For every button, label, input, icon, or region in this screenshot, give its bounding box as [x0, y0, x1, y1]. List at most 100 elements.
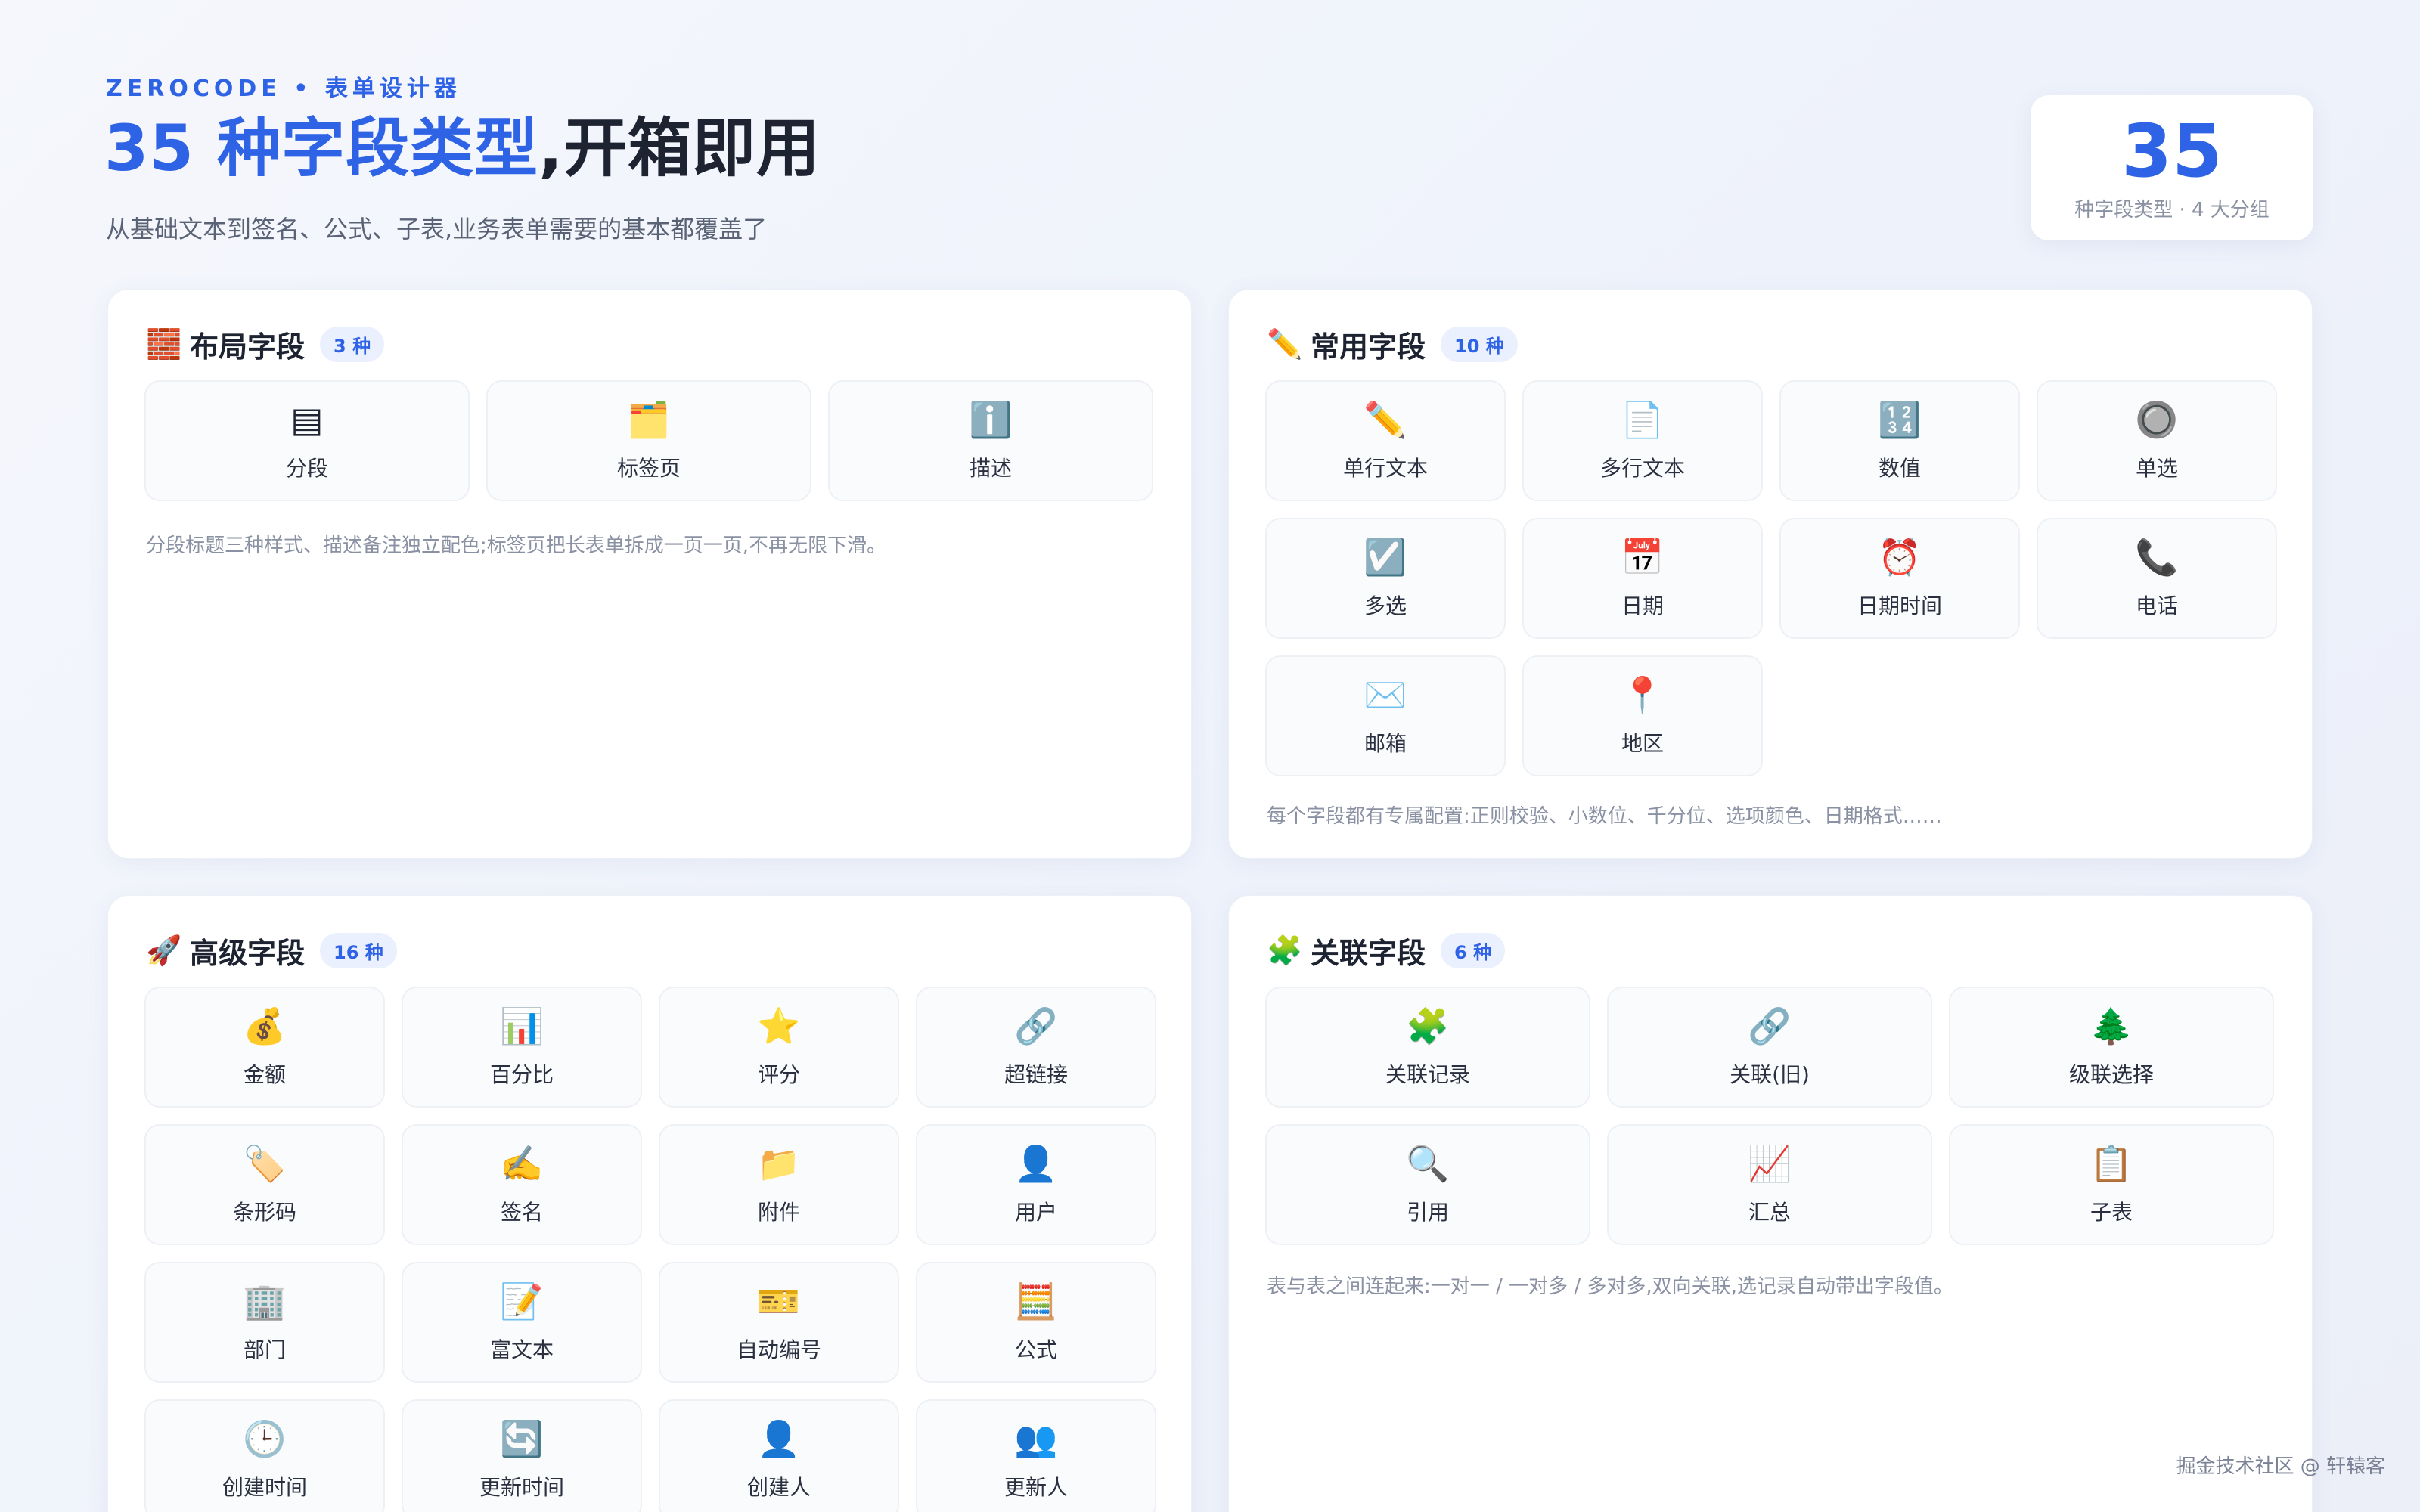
field-grid: 💰 金额 📊 百分比 ⭐ 评分 🔗 超链接 🏷️ 条形码 ✍️ 签名 📁 附件 👤 用户 🏢 部门 📝 富文本 🎫 自动编… — [144, 987, 1156, 1512]
field-label: 关联(旧) — [1730, 1062, 1810, 1087]
field-grid: ✏️ 单行文本 📄 多行文本 🔢 数值 🔘 单选 ☑️ 多选 📅 日期 ⏰ 日期时间 📞 电话 ✉️ 邮箱 📍 地区 — [1265, 380, 2277, 776]
line-chart-icon: 📈 — [1748, 1143, 1792, 1184]
field-label: 公式 — [1014, 1337, 1057, 1362]
field-tile[interactable]: 📋 子表 — [1949, 1124, 2274, 1245]
field-tile[interactable]: ✍️ 签名 — [402, 1124, 642, 1245]
link-icon: 🔗 — [1014, 1005, 1058, 1046]
panel-header: 🚀 高级字段 16 种 — [146, 929, 397, 971]
field-label: 级联选择 — [2068, 1062, 2154, 1087]
field-tile[interactable]: ⏰ 日期时间 — [1779, 518, 2020, 639]
field-tile[interactable]: ✉️ 邮箱 — [1265, 655, 1506, 776]
bar-chart-icon: 📊 — [500, 1005, 544, 1046]
field-tile[interactable]: 👤 用户 — [916, 1124, 1156, 1245]
field-tile[interactable]: 🔗 超链接 — [916, 987, 1156, 1108]
document-icon: 📄 — [1621, 399, 1665, 440]
building-icon: 🏢 — [243, 1281, 287, 1321]
pencil-icon: ✏️ — [1364, 399, 1407, 440]
field-tile[interactable]: 📍 地区 — [1522, 655, 1763, 776]
panel-advanced-fields: 🚀 高级字段 16 种 💰 金额 📊 百分比 ⭐ 评分 🔗 超链接 🏷️ 条形码 ✍️ 签名 📁 附件 👤 用… — [107, 895, 1192, 1512]
field-tile[interactable]: 🧮 公式 — [916, 1262, 1156, 1383]
field-grid: 🧩 关联记录 🔗 关联(旧) 🌲 级联选择 🔍 引用 📈 汇总 📋 子表 — [1265, 987, 2274, 1245]
field-label: 条形码 — [232, 1200, 296, 1225]
count-badge: 16 种 — [320, 932, 397, 968]
field-tile[interactable]: ▤ 分段 — [144, 380, 470, 501]
puzzle-icon: 🧩 — [1267, 933, 1303, 967]
page: ZEROCODE • 表单设计器 35 种字段类型,开箱即用 从基础文本到签名、… — [0, 0, 2420, 1512]
field-label: 更新人 — [1004, 1475, 1068, 1500]
creator-icon: 👤 — [757, 1418, 801, 1459]
field-tile[interactable]: ⭐ 评分 — [659, 987, 899, 1108]
page-subtitle: 从基础文本到签名、公式、子表,业务表单需要的基本都覆盖了 — [106, 215, 768, 243]
footer-credit: 掘金技术社区 @ 轩辕客 — [2176, 1455, 2385, 1478]
field-tile[interactable]: 💰 金额 — [144, 987, 385, 1108]
field-label: 关联记录 — [1385, 1062, 1470, 1087]
field-tile[interactable]: 👥 更新人 — [916, 1399, 1156, 1512]
count-badge: 3 种 — [320, 326, 385, 362]
field-label: 超链接 — [1004, 1062, 1068, 1087]
checkbox-icon: ☑️ — [1364, 537, 1407, 578]
panel-title: 高级字段 — [190, 936, 306, 970]
page-title-accent: 35 种字段类型 — [104, 111, 539, 185]
count-badge: 6 种 — [1441, 932, 1506, 968]
radio-icon: 🔘 — [2135, 399, 2179, 440]
field-tile[interactable]: 📅 日期 — [1522, 518, 1763, 639]
field-tile[interactable]: ✏️ 单行文本 — [1265, 380, 1506, 501]
field-tile[interactable]: 🏷️ 条形码 — [144, 1124, 385, 1245]
field-label: 创建人 — [746, 1475, 811, 1500]
field-tile[interactable]: 🔢 数值 — [1779, 380, 2020, 501]
field-tile[interactable]: 🔍 引用 — [1265, 1124, 1590, 1245]
field-tile[interactable]: 🔄 更新时间 — [402, 1399, 642, 1512]
field-tile[interactable]: 📄 多行文本 — [1522, 380, 1763, 501]
users-icon: 👥 — [1014, 1418, 1058, 1459]
panel-relation-fields: 🧩 关联字段 6 种 🧩 关联记录 🔗 关联(旧) 🌲 级联选择 🔍 引用 📈 汇总 📋 子表 表与表… — [1228, 895, 2313, 1512]
field-tile[interactable]: 🗂️ 标签页 — [486, 380, 811, 501]
field-tile[interactable]: 📁 附件 — [659, 1124, 899, 1245]
field-tile[interactable]: 🕒 创建时间 — [144, 1399, 385, 1512]
field-tile[interactable]: 📝 富文本 — [402, 1262, 642, 1383]
field-label: 自动编号 — [736, 1337, 821, 1362]
refresh-icon: 🔄 — [500, 1418, 544, 1459]
tree-icon: 🌲 — [2090, 1005, 2133, 1046]
panel-note: 分段标题三种样式、描述备注独立配色;标签页把长表单拆成一页一页,不再无限下滑。 — [146, 534, 887, 557]
field-label: 金额 — [243, 1062, 286, 1087]
field-label: 标签页 — [616, 456, 681, 481]
user-icon: 👤 — [1014, 1143, 1058, 1184]
ticket-icon: 🎫 — [757, 1281, 801, 1321]
field-tile[interactable]: 🌲 级联选择 — [1949, 987, 2274, 1108]
panel-layout-fields: 🧱 布局字段 3 种 ▤ 分段 🗂️ 标签页 ℹ️ 描述 分段标题三种样式、描述备注独立配… — [107, 289, 1192, 859]
field-label: 多选 — [1364, 593, 1407, 618]
rocket-icon: 🚀 — [146, 933, 182, 967]
field-tile[interactable]: 🔘 单选 — [2037, 380, 2277, 501]
field-tile[interactable]: 🔗 关联(旧) — [1607, 987, 1932, 1108]
field-tile[interactable]: ℹ️ 描述 — [828, 380, 1153, 501]
field-label: 单选 — [2135, 456, 2178, 481]
field-tile[interactable]: 🏢 部门 — [144, 1262, 385, 1383]
field-tile[interactable]: 🎫 自动编号 — [659, 1262, 899, 1383]
field-label: 百分比 — [489, 1062, 554, 1087]
pencil-icon: ✏️ — [1267, 327, 1303, 361]
field-label: 日期时间 — [1857, 593, 1942, 618]
field-tile[interactable]: 📈 汇总 — [1607, 1124, 1932, 1245]
field-tile[interactable]: 👤 创建人 — [659, 1399, 899, 1512]
bricks-icon: 🧱 — [146, 327, 182, 361]
field-label: 附件 — [757, 1200, 800, 1225]
panel-note: 表与表之间连起来:一对一 / 一对多 / 多对多,双向关联,选记录自动带出字段值… — [1267, 1275, 1953, 1298]
field-label: 单行文本 — [1342, 456, 1428, 481]
phone-icon: 📞 — [2135, 537, 2179, 578]
info-icon: ℹ️ — [969, 399, 1013, 440]
page-title: 35 种字段类型,开箱即用 — [104, 113, 821, 183]
field-grid: ▤ 分段 🗂️ 标签页 ℹ️ 描述 — [144, 380, 1153, 501]
calendar-icon: 📅 — [1621, 537, 1665, 578]
section-icon: ▤ — [290, 399, 324, 440]
field-tile[interactable]: 📊 百分比 — [402, 987, 642, 1108]
page-title-rest: ,开箱即用 — [538, 111, 821, 185]
panel-title: 常用字段 — [1311, 330, 1426, 364]
pin-icon: 📍 — [1621, 674, 1665, 715]
field-label: 邮箱 — [1364, 731, 1407, 756]
field-label: 多行文本 — [1599, 456, 1685, 481]
field-tile[interactable]: 📞 电话 — [2037, 518, 2277, 639]
field-tile[interactable]: ☑️ 多选 — [1265, 518, 1506, 639]
field-label: 富文本 — [489, 1337, 554, 1362]
field-label: 评分 — [757, 1062, 800, 1087]
field-tile[interactable]: 🧩 关联记录 — [1265, 987, 1590, 1108]
